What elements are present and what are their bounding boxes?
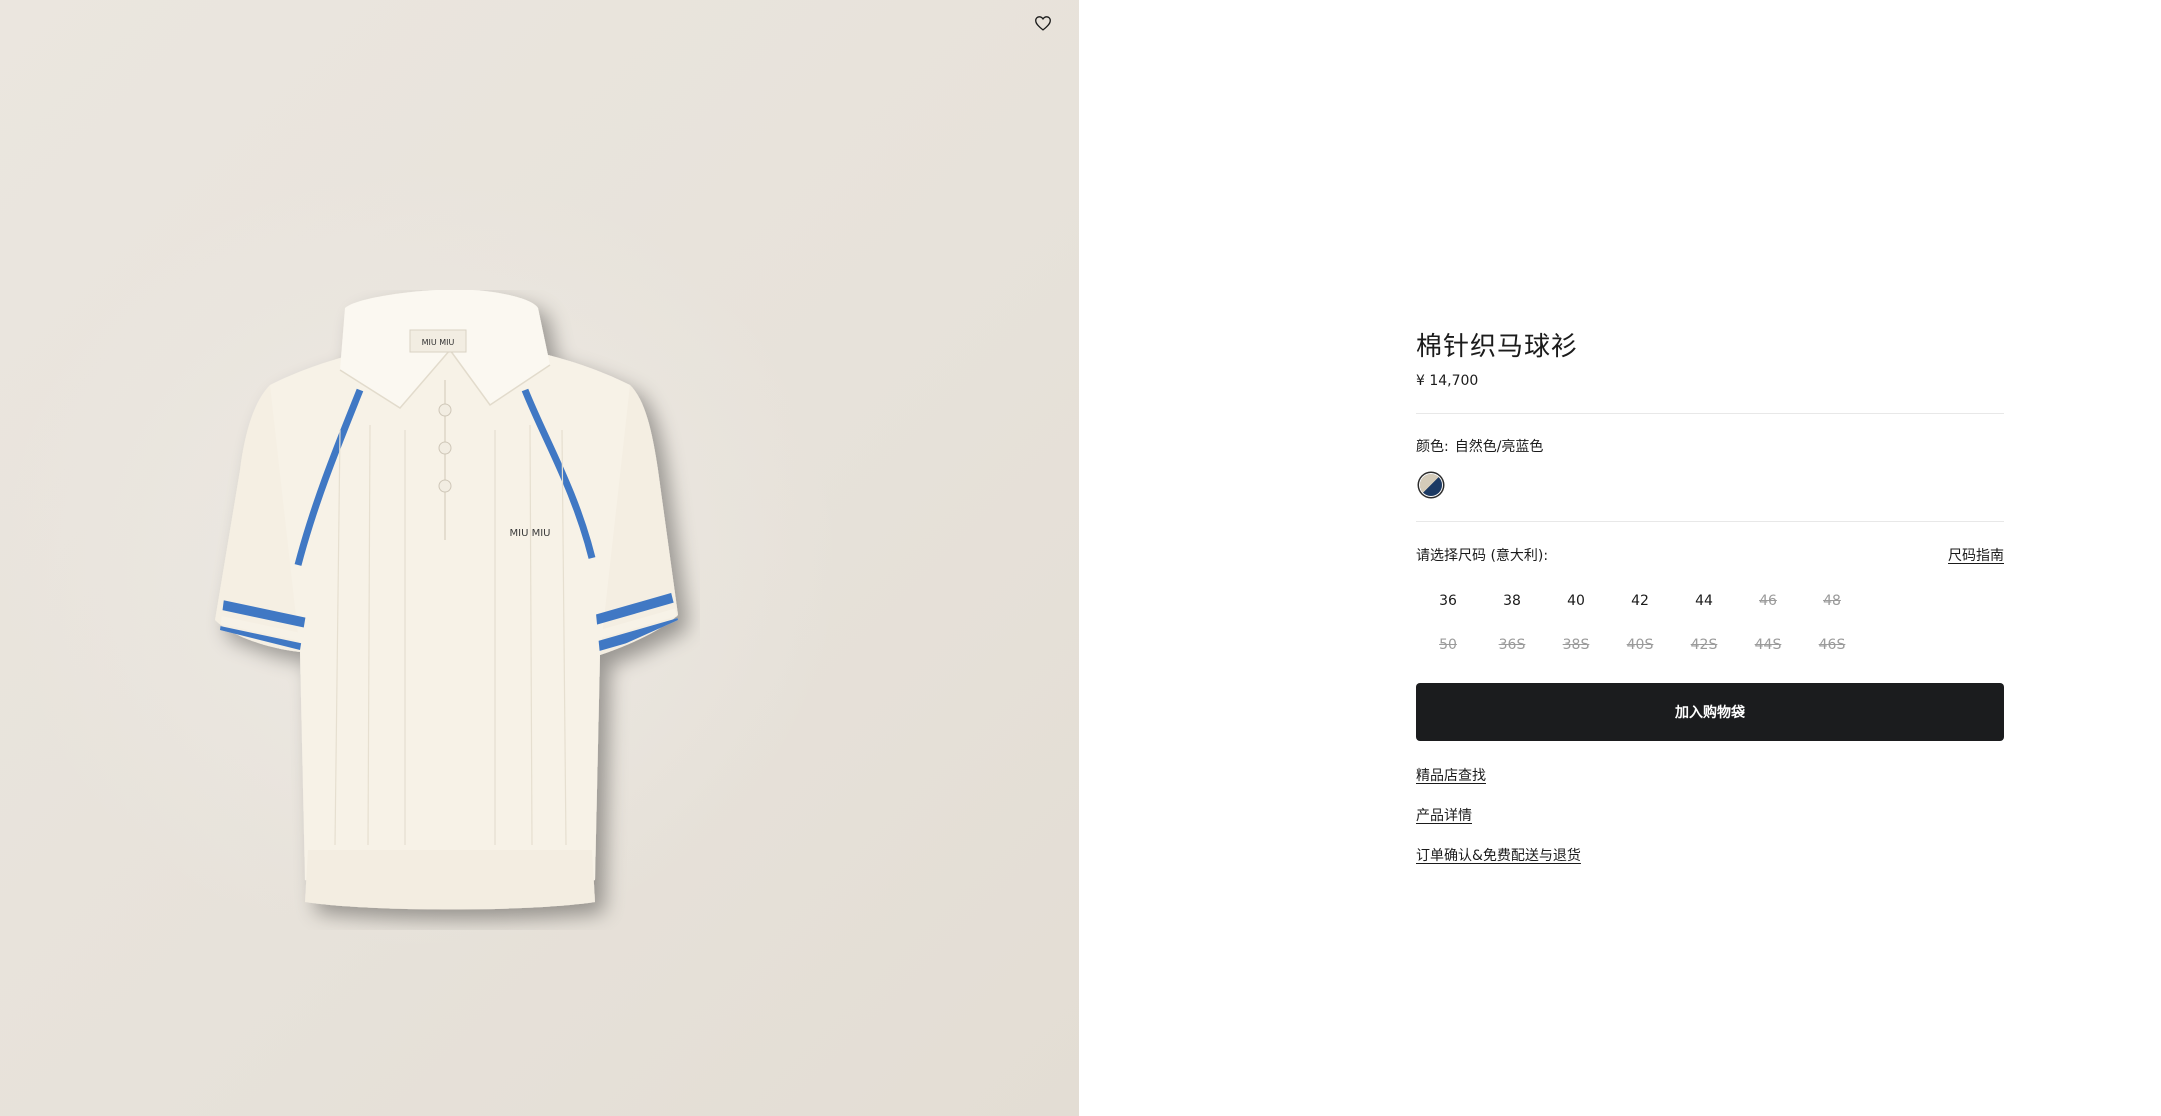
divider [1416, 521, 2004, 522]
collar-label-text: MIU MIU [422, 338, 455, 347]
size-option[interactable]: 50 [1416, 623, 1480, 667]
size-option[interactable]: 48 [1800, 579, 1864, 623]
size-header: 请选择尺码 (意大利): 尺码指南 [1416, 547, 2004, 565]
color-label: 颜色: [1416, 439, 1449, 455]
product-price: ¥ 14,700 [1416, 373, 1479, 389]
size-option[interactable]: 40S [1608, 623, 1672, 667]
size-option[interactable]: 36 [1416, 579, 1480, 623]
size-guide-link[interactable]: 尺码指南 [1948, 547, 2004, 565]
wishlist-button[interactable] [1030, 10, 1056, 36]
info-links: 精品店查找 产品详情 订单确认&免费配送与退货 [1416, 767, 2004, 865]
color-swatch-natural-bright-blue[interactable] [1420, 474, 1442, 496]
product-image-gallery: MIU MIU MIU MIU [0, 0, 1079, 1116]
size-option[interactable]: 42 [1608, 579, 1672, 623]
size-options: 36 38 40 42 44 46 48 50 36S 38S 40S 42S 44S 46S [1416, 579, 1864, 667]
size-label: 请选择尺码 (意大利): [1416, 548, 1549, 564]
divider [1416, 413, 2004, 414]
product-details-panel: 棉针织马球衫 ¥ 14,700 颜色: 自然色/亮蓝色 请选择尺码 (意大利): … [1416, 330, 2004, 887]
size-option[interactable]: 46S [1800, 623, 1864, 667]
size-option[interactable]: 36S [1480, 623, 1544, 667]
size-option[interactable]: 44 [1672, 579, 1736, 623]
size-option[interactable]: 38S [1544, 623, 1608, 667]
product-title: 棉针织马球衫 [1416, 332, 1579, 362]
shipping-returns-link[interactable]: 订单确认&免费配送与退货 [1416, 847, 2004, 865]
size-option[interactable]: 38 [1480, 579, 1544, 623]
add-to-bag-button[interactable]: 加入购物袋 [1416, 683, 2004, 741]
product-details-link[interactable]: 产品详情 [1416, 807, 2004, 825]
heart-icon [1035, 16, 1051, 31]
size-option[interactable]: 44S [1736, 623, 1800, 667]
product-image: MIU MIU MIU MIU [215, 290, 678, 910]
color-row: 颜色: 自然色/亮蓝色 [1416, 438, 2004, 456]
size-option[interactable]: 42S [1672, 623, 1736, 667]
chest-logo-text: MIU MIU [510, 528, 551, 539]
store-locator-link[interactable]: 精品店查找 [1416, 767, 2004, 785]
size-option[interactable]: 40 [1544, 579, 1608, 623]
size-option[interactable]: 46 [1736, 579, 1800, 623]
color-value: 自然色/亮蓝色 [1454, 439, 1544, 455]
